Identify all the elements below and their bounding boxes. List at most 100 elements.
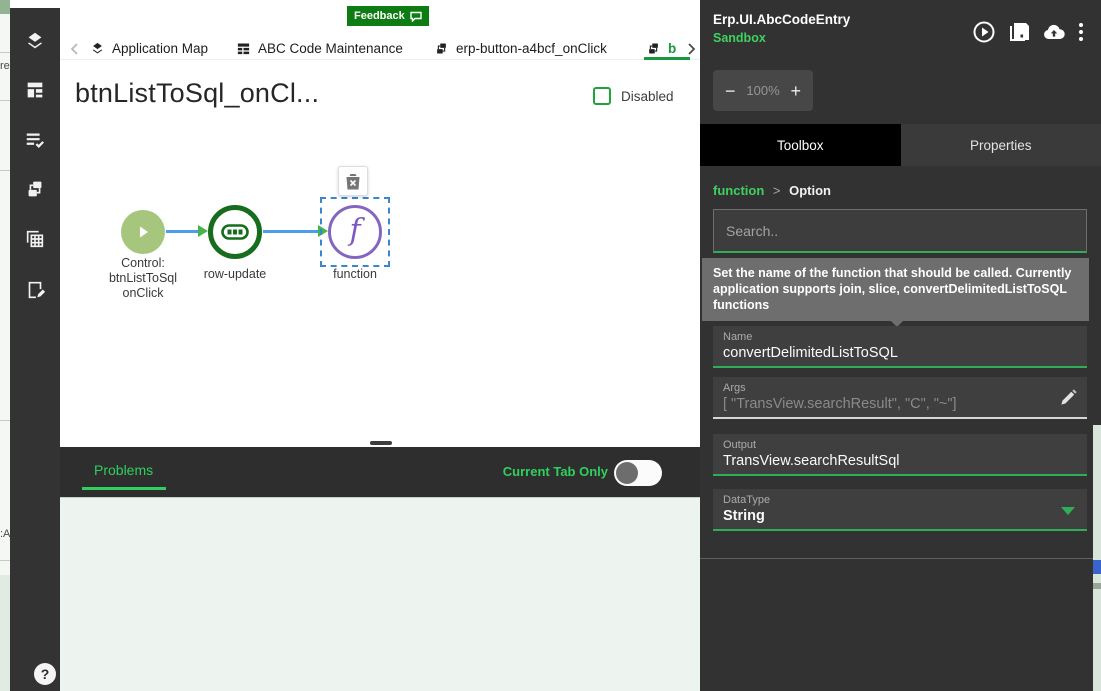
divider: [0, 52, 10, 53]
app-root: re :A ? Feedback Application Map ABC Cod…: [0, 0, 1101, 691]
current-tab-only-label: Current Tab Only: [502, 464, 608, 479]
flow-canvas[interactable]: btnListToSql_onCl... Disabled Control: b…: [60, 60, 700, 447]
tab-toolbox[interactable]: Toolbox: [700, 124, 901, 166]
field-name[interactable]: Name convertDelimitedListToSQL: [713, 326, 1087, 368]
node-label: function: [333, 267, 377, 281]
publish-cloud-icon[interactable]: [1042, 20, 1066, 44]
field-output[interactable]: Output TransView.searchResultSql: [713, 434, 1087, 476]
breadcrumb-current: Option: [789, 183, 831, 198]
feedback-button[interactable]: Feedback: [347, 6, 429, 26]
node-label-line: onClick: [122, 286, 164, 300]
divider: [0, 170, 10, 171]
dropdown-caret-icon[interactable]: [1061, 507, 1075, 515]
save-icon[interactable]: [1007, 20, 1031, 44]
flow-edge: [263, 230, 319, 233]
tab-label: ABC Code Maintenance: [258, 41, 403, 56]
tab-problems[interactable]: Problems: [94, 462, 153, 478]
divider: [0, 420, 10, 421]
right-panel: Erp.UI.AbcCodeEntry Sandbox − 100% + Too…: [700, 0, 1101, 691]
row-update-icon: [221, 224, 249, 240]
flow-icon[interactable]: [24, 178, 46, 200]
tab-application-map[interactable]: Application Map: [90, 41, 208, 56]
breadcrumb-parent[interactable]: function: [713, 183, 764, 198]
scrollbar-mark-blue: [1093, 560, 1101, 574]
node-control-trigger[interactable]: [121, 210, 165, 254]
zoom-control: − 100% +: [713, 70, 813, 111]
trash-icon: [345, 173, 361, 189]
disabled-label: Disabled: [621, 88, 674, 104]
field-value[interactable]: String: [723, 508, 1077, 524]
breadcrumb-separator: >: [772, 183, 781, 198]
grid-copy-icon[interactable]: [24, 228, 46, 250]
tab-erp-button-onclick[interactable]: erp-button-a4bcf_onClick: [434, 41, 607, 56]
app-title: Erp.UI.AbcCodeEntry: [713, 12, 851, 27]
chevron-left-icon[interactable]: [68, 42, 80, 56]
table-icon: [237, 43, 250, 55]
divider: [0, 560, 10, 561]
search-input[interactable]: [713, 209, 1087, 253]
environment-badge: Sandbox: [713, 31, 766, 45]
node-label-line: Control:: [121, 256, 165, 270]
field-value[interactable]: convertDelimitedListToSQL: [723, 345, 1077, 361]
background-text-fragment: :A: [0, 528, 11, 540]
feedback-label: Feedback: [354, 10, 405, 22]
field-label: DataType: [723, 494, 771, 506]
zoom-in-button[interactable]: +: [790, 82, 801, 100]
node-label: Control: btnListToSql onClick: [93, 256, 193, 301]
tab-properties[interactable]: Properties: [900, 124, 1101, 166]
problems-panel-body: [60, 497, 700, 691]
chat-icon: [410, 11, 422, 22]
field-value[interactable]: TransView.searchResultSql: [723, 453, 1077, 469]
tab-label: b: [668, 41, 677, 56]
node-label-line: btnListToSql: [108, 271, 178, 285]
layers-icon: [92, 42, 103, 54]
zoom-level: 100%: [746, 83, 780, 98]
help-icon[interactable]: ?: [34, 663, 56, 685]
tab-label: erp-button-a4bcf_onClick: [456, 41, 607, 56]
current-tab-only-toggle[interactable]: [614, 460, 662, 486]
page-title: btnListToSql_onCl...: [75, 78, 320, 108]
problems-panel-bar: Problems Current Tab Only: [60, 447, 700, 497]
field-args[interactable]: Args [ "TransView.searchResult", "C", "~…: [713, 377, 1087, 419]
problems-tab-underline: [82, 487, 166, 490]
field-datatype[interactable]: DataType String: [713, 489, 1087, 531]
menu-kebab-icon[interactable]: [1077, 20, 1085, 44]
panel-tabs: Toolbox Properties: [700, 124, 1101, 166]
tab-btnlisttosql-onclick-partial[interactable]: b: [646, 41, 676, 56]
flow-icon: [649, 43, 658, 54]
node-row-update[interactable]: [208, 205, 262, 259]
field-label: Output: [723, 439, 757, 451]
page-layout-icon[interactable]: [24, 79, 46, 101]
run-icon[interactable]: [972, 20, 996, 44]
zoom-out-button[interactable]: −: [725, 82, 736, 100]
disabled-checkbox[interactable]: [593, 87, 611, 105]
left-icon-rail: ?: [10, 8, 60, 691]
scrollbar[interactable]: [1093, 425, 1101, 691]
tooltip: Set the name of the function that should…: [702, 258, 1089, 321]
arrowhead-icon: [198, 225, 208, 237]
field-label: Args: [723, 382, 746, 394]
list-check-icon[interactable]: [24, 128, 46, 150]
main-area: Feedback Application Map ABC Code Mainte…: [60, 0, 700, 691]
doc-edit-icon[interactable]: [24, 279, 46, 301]
background-green-footer: [0, 575, 10, 691]
field-label: Name: [723, 331, 753, 343]
scrollbar-mark-gray: [1093, 583, 1101, 589]
tab-abc-code-maintenance[interactable]: ABC Code Maintenance: [236, 41, 403, 56]
chevron-right-icon[interactable]: [686, 42, 698, 56]
flow-edge: [166, 230, 199, 233]
divider: [0, 100, 10, 101]
background-text-fragment: re: [0, 60, 10, 72]
play-icon: [140, 226, 148, 238]
panel-resize-handle[interactable]: [370, 441, 392, 445]
toggle-knob: [616, 462, 638, 484]
disabled-control: Disabled: [593, 87, 674, 105]
tab-label: Application Map: [112, 41, 209, 56]
delete-node-button[interactable]: [338, 166, 368, 196]
flow-icon: [437, 43, 446, 54]
background-window-edge: re :A: [0, 0, 10, 691]
background-green-block: [0, 0, 10, 14]
edit-pencil-icon[interactable]: [1059, 388, 1078, 407]
layers-icon[interactable]: [24, 30, 46, 52]
node-function[interactable]: f: [328, 205, 382, 259]
